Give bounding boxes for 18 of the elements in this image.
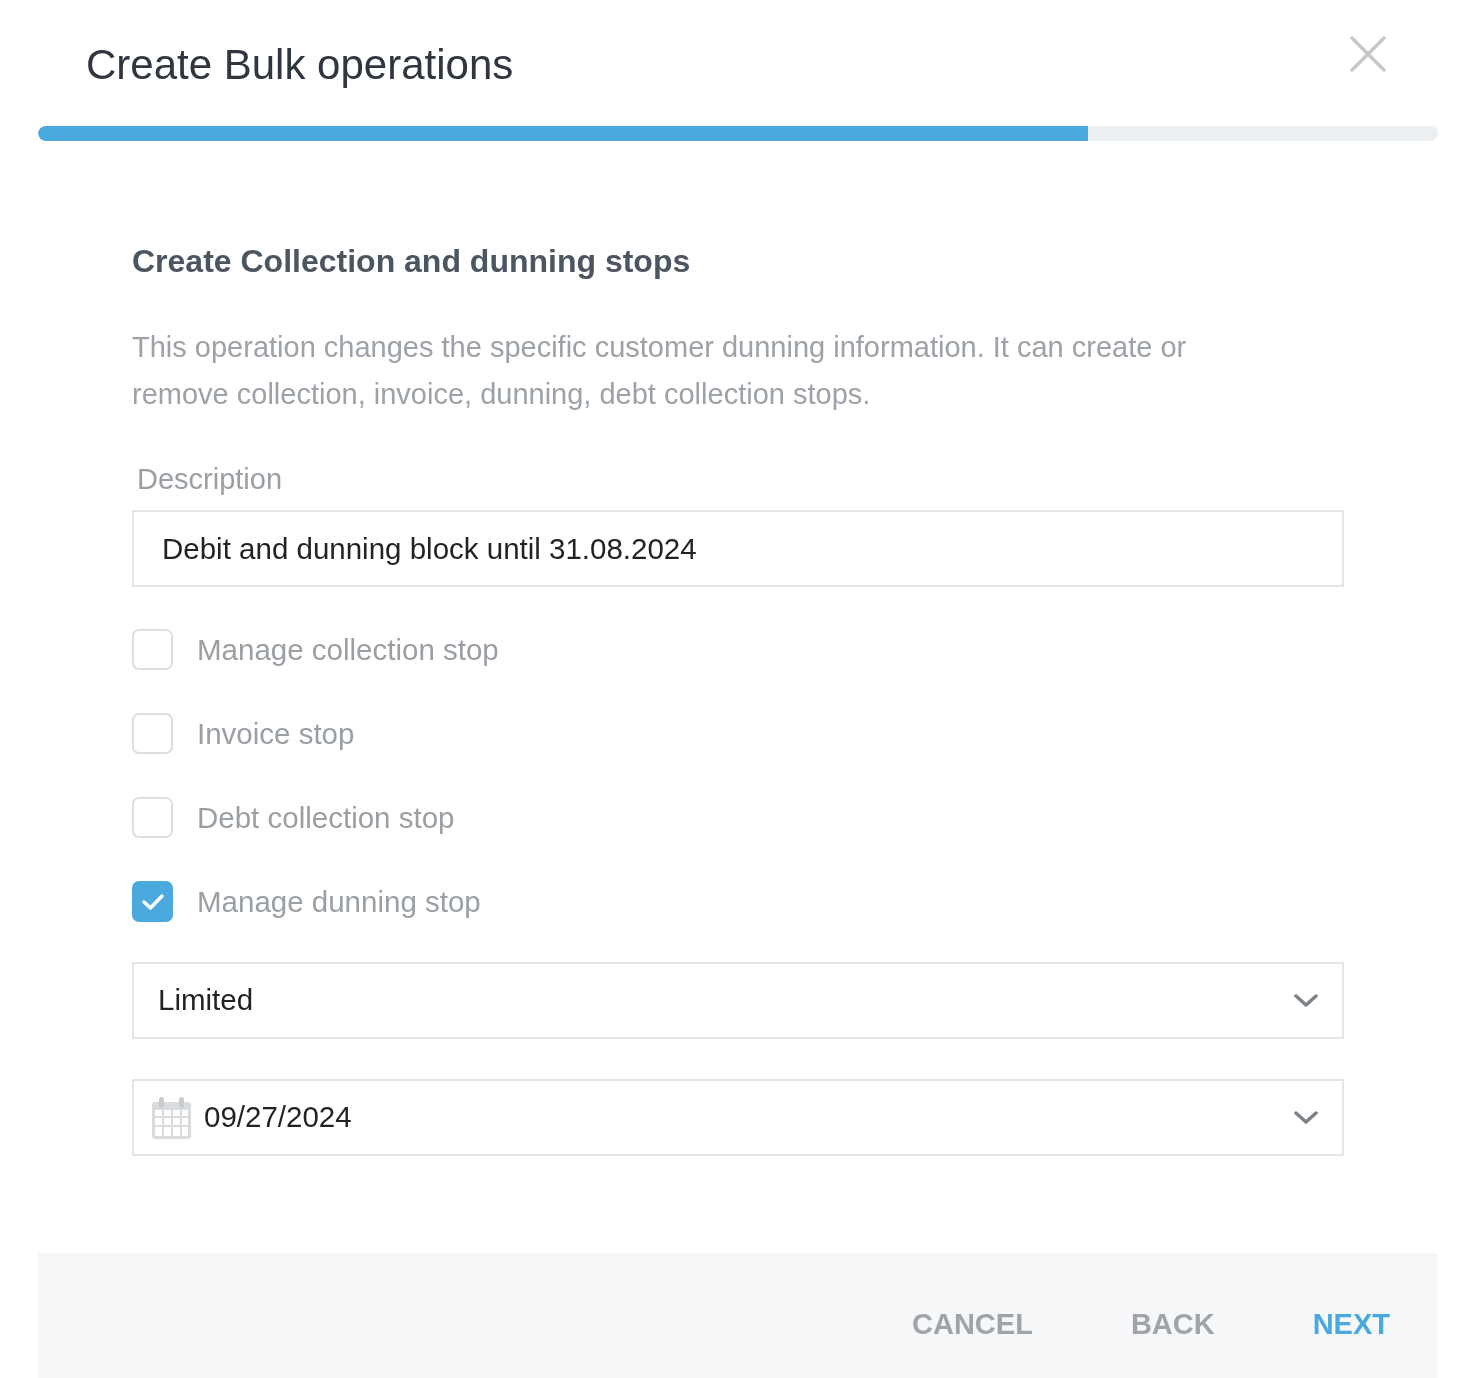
checkbox-label: Invoice stop bbox=[197, 715, 355, 752]
field-label: Description bbox=[137, 462, 283, 497]
calendar-icon bbox=[152, 1096, 191, 1139]
section-description: This operation changes the specific customer dunning information. It can create or remove collection, invoice, dunning, debt collection stops. bbox=[132, 330, 1188, 412]
chevron-down-icon bbox=[1294, 1110, 1318, 1125]
dialog-title: Create Bulk operations bbox=[86, 40, 514, 90]
checkbox[interactable] bbox=[132, 881, 173, 922]
checkbox-label: Manage dunning stop bbox=[197, 883, 481, 920]
section-heading: Create Collection and dunning stops bbox=[132, 242, 691, 280]
checkbox-label: Manage collection stop bbox=[197, 631, 499, 668]
dunning-type-select[interactable]: Limited bbox=[132, 962, 1344, 1039]
chevron-down-icon bbox=[1294, 993, 1318, 1008]
description-input[interactable]: Debit and dunning block until 31.08.2024 bbox=[132, 510, 1344, 587]
close-button[interactable] bbox=[1350, 36, 1386, 72]
checkmark-icon bbox=[140, 892, 165, 911]
date-picker-field[interactable]: 09/27/2024 bbox=[132, 1079, 1344, 1156]
checkbox-label: Debt collection stop bbox=[197, 799, 455, 836]
close-icon bbox=[1350, 36, 1386, 72]
